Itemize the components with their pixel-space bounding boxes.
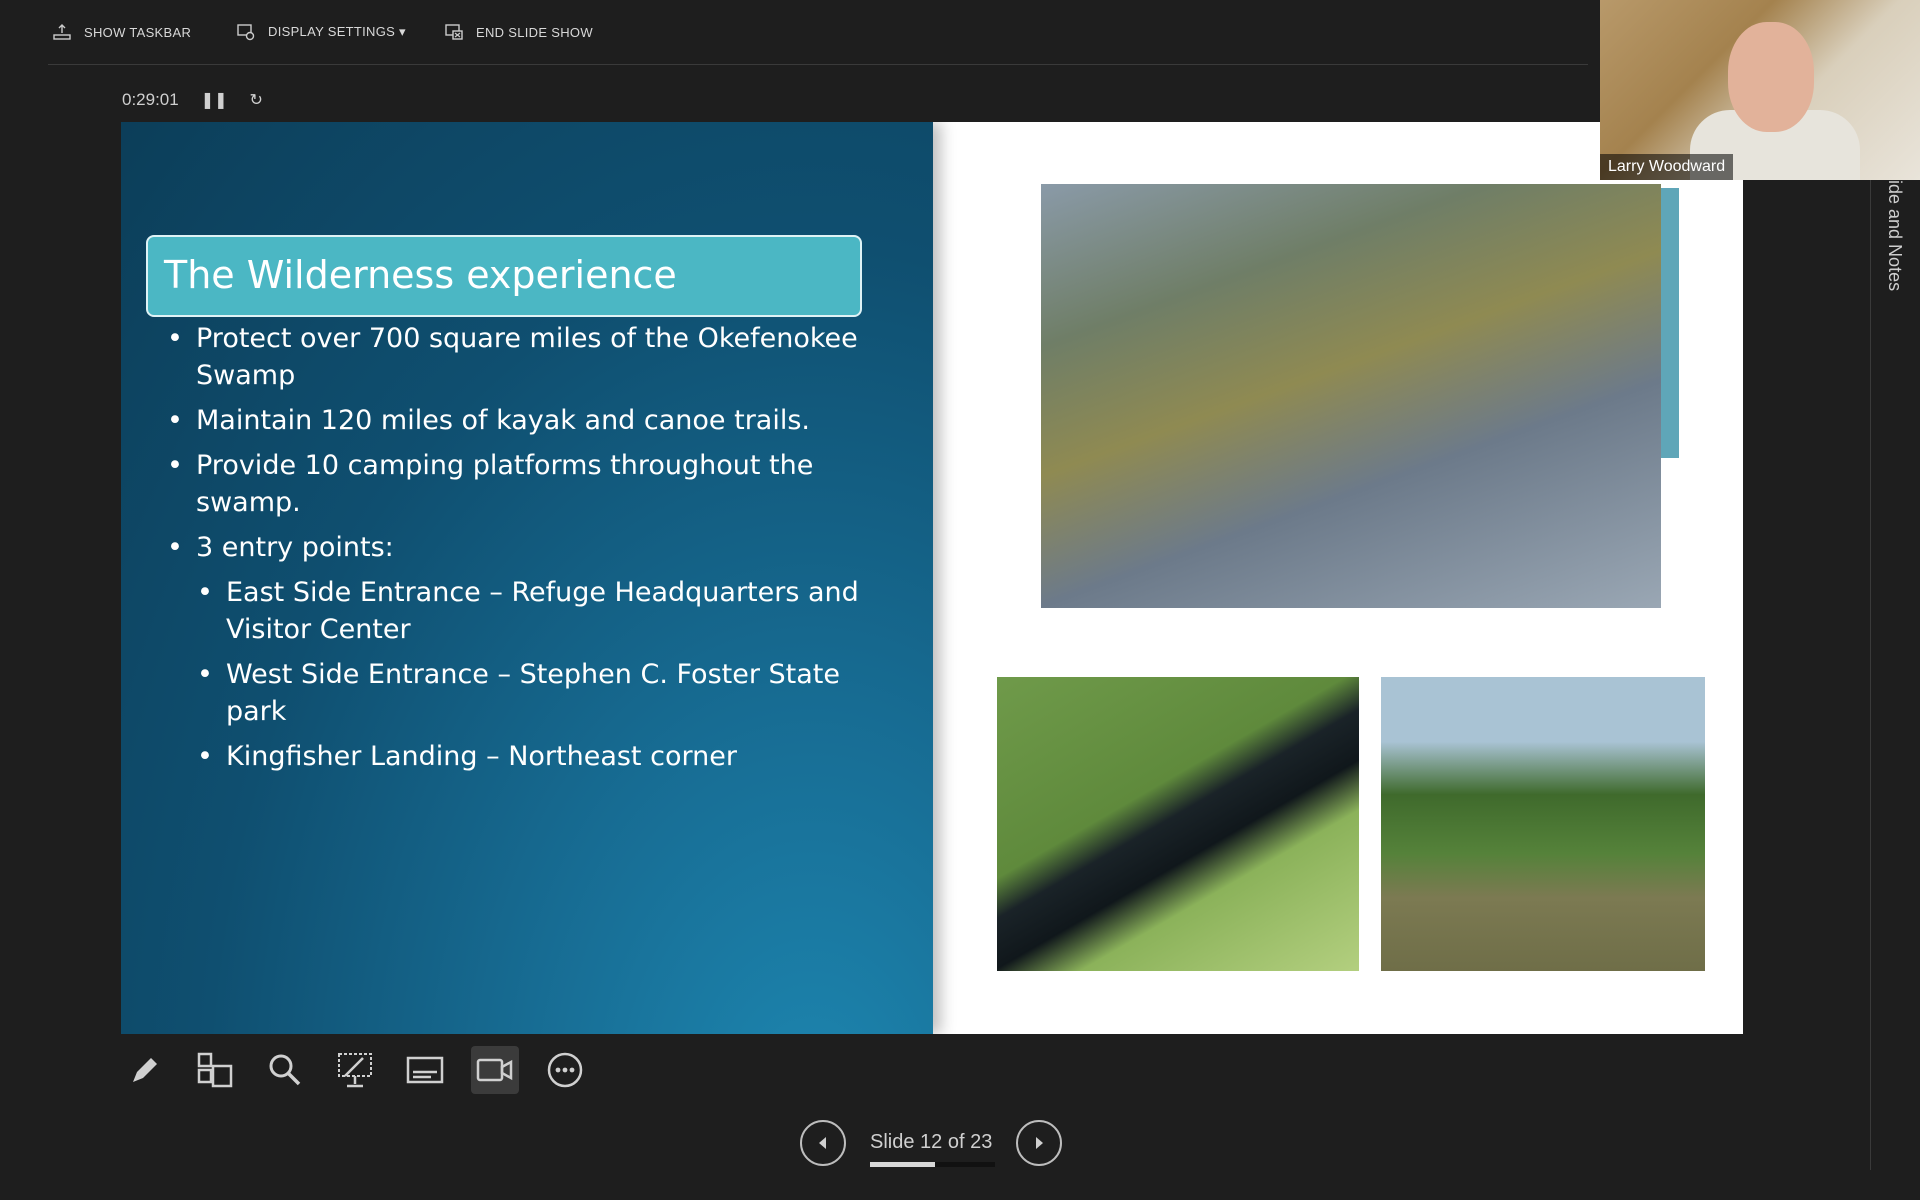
slide-progress-fill	[870, 1162, 935, 1167]
elapsed-time: 0:29:01	[122, 90, 179, 109]
pause-icon[interactable]: ❚❚	[201, 90, 228, 110]
slide-navigation: Slide 12 of 23	[800, 1120, 1070, 1170]
presenter-face	[1728, 22, 1814, 132]
more-icon	[547, 1052, 583, 1088]
accent-strip	[1661, 188, 1679, 458]
end-slide-show-label: END SLIDE SHOW	[476, 24, 593, 40]
slide-and-notes-label[interactable]: ide and Notes	[1884, 180, 1905, 291]
end-slide-show-button[interactable]: END SLIDE SHOW	[444, 20, 593, 44]
river-aerial-photo	[997, 677, 1359, 971]
display-settings-label: DISPLAY SETTINGS ▾	[268, 24, 406, 39]
subtitles-button[interactable]	[401, 1046, 449, 1094]
zoom-icon	[269, 1054, 301, 1086]
kayak-trail-photo	[1381, 677, 1705, 971]
presenter-tools	[121, 1046, 589, 1094]
camera-toggle-button[interactable]	[471, 1046, 519, 1094]
slide-text-panel: The Wilderness experience Protect over 7…	[121, 122, 933, 1034]
current-slide[interactable]: The Wilderness experience Protect over 7…	[121, 122, 1743, 1034]
bullet-list: Protect over 700 square miles of the Oke…	[167, 320, 896, 783]
sub-bullet-item: West Side Entrance – Stephen C. Foster S…	[197, 656, 896, 730]
subtitles-icon	[406, 1056, 444, 1084]
show-taskbar-button[interactable]: SHOW TASKBAR	[52, 20, 191, 44]
restart-icon[interactable]: ↻	[250, 90, 263, 110]
slide-title-box: The Wilderness experience	[146, 235, 862, 317]
pointer-icon	[338, 1053, 372, 1088]
webcam-video: Larry Woodward	[1600, 0, 1920, 180]
sub-bullet-item: Kingfisher Landing – Northeast corner	[197, 738, 896, 775]
bullet-item: Maintain 120 miles of kayak and canoe tr…	[167, 402, 896, 439]
see-all-slides-button[interactable]	[191, 1046, 239, 1094]
panel-divider	[1870, 180, 1871, 1170]
next-icon	[1036, 1137, 1043, 1149]
timer-bar: 0:29:01 ❚❚ ↻	[122, 90, 263, 110]
slide-progress-bar	[870, 1162, 995, 1167]
slides-grid-icon	[197, 1052, 233, 1088]
pen-tool-button[interactable]	[121, 1046, 169, 1094]
zoom-button[interactable]	[261, 1046, 309, 1094]
participant-name: Larry Woodward	[1600, 154, 1734, 180]
camera-icon	[476, 1058, 513, 1082]
sub-bullet-item: East Side Entrance – Refuge Headquarters…	[197, 574, 896, 648]
slide-counter: Slide 12 of 23	[870, 1131, 993, 1153]
bullet-item: 3 entry points:	[167, 529, 896, 566]
swamp-aerial-photo	[1041, 184, 1661, 608]
previous-icon	[819, 1137, 826, 1149]
bullet-item: Provide 10 camping platforms throughout …	[167, 447, 896, 521]
more-options-button[interactable]	[541, 1046, 589, 1094]
taskbar-icon	[53, 24, 71, 40]
display-settings-icon	[237, 24, 255, 41]
pen-icon	[133, 1058, 157, 1082]
bullet-item: Protect over 700 square miles of the Oke…	[167, 320, 896, 394]
end-slideshow-icon	[445, 24, 463, 40]
pointer-options-button[interactable]	[331, 1046, 379, 1094]
presenter-toolbar: SHOW TASKBAR DISPLAY SETTINGS ▾ END SLID…	[48, 0, 1588, 65]
display-settings-button[interactable]: DISPLAY SETTINGS ▾	[236, 20, 406, 44]
show-taskbar-label: SHOW TASKBAR	[84, 24, 192, 40]
next-slide-button[interactable]	[1016, 1120, 1062, 1166]
slide-title: The Wilderness experience	[164, 253, 677, 297]
previous-slide-button[interactable]	[800, 1120, 846, 1166]
